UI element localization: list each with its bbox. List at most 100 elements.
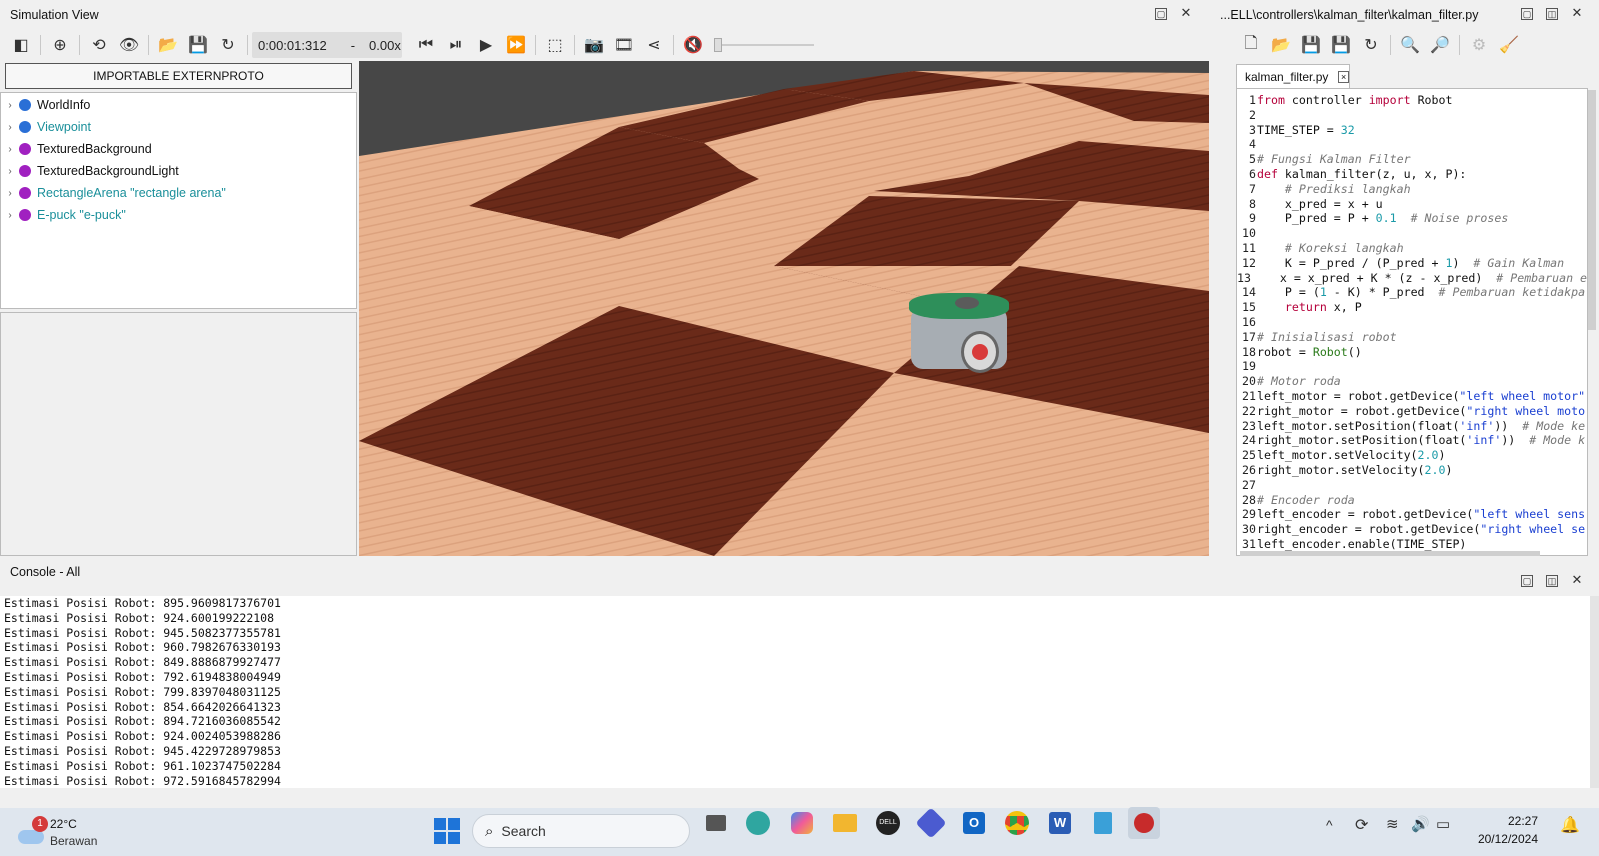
scene-tree-node[interactable]: › WorldInfo <box>1 94 356 116</box>
play-icon[interactable]: ▶ <box>471 32 501 58</box>
sync-icon[interactable]: ⟳ <box>1355 815 1368 835</box>
vscode-icon[interactable] <box>915 807 947 839</box>
chrome-icon[interactable] <box>1001 807 1033 839</box>
code-line[interactable]: 27 <box>1237 478 1587 493</box>
expand-arrow-icon[interactable]: › <box>1 100 19 111</box>
view-eye-icon[interactable]: 👁 <box>114 32 144 58</box>
outlook-icon[interactable]: O <box>958 807 990 839</box>
clean-icon[interactable]: 🧹 <box>1494 32 1524 58</box>
scene-tree-node[interactable]: › E-puck "e-puck" <box>1 204 356 226</box>
code-line[interactable]: 15 return x, P <box>1237 300 1587 315</box>
editor-scrollbar[interactable] <box>1588 90 1596 330</box>
code-line[interactable]: 12 K = P_pred / (P_pred + 1) # Gain Kalm… <box>1237 256 1587 271</box>
show-hidden-icons-icon[interactable]: ^ <box>1326 817 1333 833</box>
code-line[interactable]: 23 left_motor.setPosition(float('inf')) #… <box>1237 419 1587 434</box>
editor-h-scrollbar[interactable] <box>1240 551 1540 556</box>
fast-forward-icon[interactable]: ⏩ <box>501 32 531 58</box>
code-line[interactable]: 18 robot = Robot() <box>1237 345 1587 360</box>
expand-arrow-icon[interactable]: › <box>1 122 19 133</box>
edge-browser-icon[interactable] <box>742 807 774 839</box>
expand-arrow-icon[interactable]: › <box>1 144 19 155</box>
code-line[interactable]: 22 right_motor = robot.getDevice("right w… <box>1237 404 1587 419</box>
console-maximize-icon[interactable]: ◫ <box>1546 575 1558 587</box>
code-line[interactable]: 4 <box>1237 137 1587 152</box>
editor-maximize-icon[interactable]: ◫ <box>1546 8 1558 20</box>
word-icon[interactable]: W <box>1044 807 1076 839</box>
scene-tree-node[interactable]: › RectangleArena "rectangle arena" <box>1 182 356 204</box>
expand-arrow-icon[interactable]: › <box>1 166 19 177</box>
webots-icon[interactable] <box>1128 807 1160 839</box>
scene-tree-node[interactable]: › TexturedBackground <box>1 138 356 160</box>
code-line[interactable]: 25 left_motor.setVelocity(2.0) <box>1237 448 1587 463</box>
console-scrollbar[interactable] <box>1590 596 1599 788</box>
replace-icon[interactable]: 🔎 <box>1425 32 1455 58</box>
code-line[interactable]: 24 right_motor.setPosition(float('inf')) … <box>1237 433 1587 448</box>
notification-bell-icon[interactable]: 🔔 <box>1560 815 1580 835</box>
toggle-scene-tree-icon[interactable]: ◧ <box>6 32 36 58</box>
code-line[interactable]: 28 # Encoder roda <box>1237 493 1587 508</box>
code-line[interactable]: 5 # Fungsi Kalman Filter <box>1237 152 1587 167</box>
code-line[interactable]: 20 # Motor roda <box>1237 374 1587 389</box>
code-line[interactable]: 30 right_encoder = robot.getDevice("right… <box>1237 522 1587 537</box>
code-line[interactable]: 16 <box>1237 315 1587 330</box>
weather-icon[interactable]: 1 <box>14 816 48 848</box>
clock-time[interactable]: 22:27 <box>1460 814 1538 828</box>
revert-icon[interactable]: ↻ <box>1356 32 1386 58</box>
mute-icon[interactable]: 🔇 <box>678 32 708 58</box>
restore-icon[interactable]: ▢ <box>1155 8 1167 20</box>
notepad-icon[interactable] <box>1087 807 1119 839</box>
code-line[interactable]: 17 # Inisialisasi robot <box>1237 330 1587 345</box>
code-line[interactable]: 31 left_encoder.enable(TIME_STEP) <box>1237 537 1587 552</box>
wifi-icon[interactable]: ≋ <box>1386 815 1399 833</box>
importable-externproto-button[interactable]: IMPORTABLE EXTERNPROTO <box>5 63 352 89</box>
new-file-icon[interactable]: 🗋 <box>1236 32 1266 58</box>
code-line[interactable]: 8 x_pred = x + u <box>1237 197 1587 212</box>
editor-close-icon[interactable]: ✕ <box>1571 6 1583 20</box>
taskbar-search-box[interactable]: ⌕ Search <box>472 814 690 848</box>
save-world-icon[interactable]: 💾 <box>183 32 213 58</box>
screenshot-icon[interactable]: 📷 <box>579 32 609 58</box>
add-node-icon[interactable]: ⊕ <box>45 32 75 58</box>
copilot-icon[interactable] <box>786 807 818 839</box>
scene-tree-node[interactable]: › TexturedBackgroundLight <box>1 160 356 182</box>
code-line[interactable]: 3 TIME_STEP = 32 <box>1237 123 1587 138</box>
step-icon[interactable]: ⏯ <box>441 32 471 58</box>
code-line[interactable]: 29 left_encoder = robot.getDevice("left w… <box>1237 507 1587 522</box>
code-line[interactable]: 19 <box>1237 359 1587 374</box>
tab-close-icon[interactable]: × <box>1338 70 1349 83</box>
editor-restore-icon[interactable]: ▢ <box>1521 8 1533 20</box>
code-line[interactable]: 26 right_motor.setVelocity(2.0) <box>1237 463 1587 478</box>
code-line[interactable]: 9 P_pred = P + 0.1 # Noise proses <box>1237 211 1587 226</box>
volume-slider[interactable] <box>714 35 814 55</box>
reset-simulation-icon[interactable]: ⏮ <box>411 32 441 58</box>
3d-viewport[interactable] <box>359 61 1209 556</box>
reload-world-icon[interactable]: ↻ <box>213 32 243 58</box>
find-icon[interactable]: 🔍 <box>1395 32 1425 58</box>
code-editor[interactable]: 1 from controller import Robot 2 3 TIME_STEP… <box>1236 88 1588 556</box>
follow-object-icon[interactable]: ⟲ <box>84 32 114 58</box>
clock-date[interactable]: 20/12/2024 <box>1460 832 1538 846</box>
expand-arrow-icon[interactable]: › <box>1 188 19 199</box>
dell-icon[interactable]: DELL <box>872 807 904 839</box>
console-close-icon[interactable]: ✕ <box>1571 573 1583 587</box>
code-line[interactable]: 13 x = x_pred + K * (z - x_pred) # Pemba… <box>1237 271 1587 286</box>
code-line[interactable]: 1 from controller import Robot <box>1237 93 1587 108</box>
code-line[interactable]: 11 # Koreksi langkah <box>1237 241 1587 256</box>
record-movie-icon[interactable]: 🎞 <box>609 32 639 58</box>
code-line[interactable]: 2 <box>1237 108 1587 123</box>
code-line[interactable]: 6 def kalman_filter(z, u, x, P): <box>1237 167 1587 182</box>
open-file-icon[interactable]: 📂 <box>1266 32 1296 58</box>
code-line[interactable]: 7 # Prediksi langkah <box>1237 182 1587 197</box>
windows-start-icon[interactable] <box>434 818 460 844</box>
open-world-icon[interactable]: 📂 <box>153 32 183 58</box>
save-as-icon[interactable]: 💾 <box>1326 32 1356 58</box>
volume-icon[interactable]: 🔊 <box>1411 815 1430 833</box>
file-explorer-icon[interactable] <box>829 807 861 839</box>
scene-tree-node[interactable]: › Viewpoint <box>1 116 356 138</box>
save-file-icon[interactable]: 💾 <box>1296 32 1326 58</box>
code-line[interactable]: 10 <box>1237 226 1587 241</box>
build-icon[interactable]: ⚙ <box>1464 32 1494 58</box>
rendering-icon[interactable]: ⬚ <box>540 32 570 58</box>
close-icon[interactable]: ✕ <box>1180 6 1192 20</box>
tab-kalman-filter[interactable]: kalman_filter.py × <box>1236 64 1350 88</box>
